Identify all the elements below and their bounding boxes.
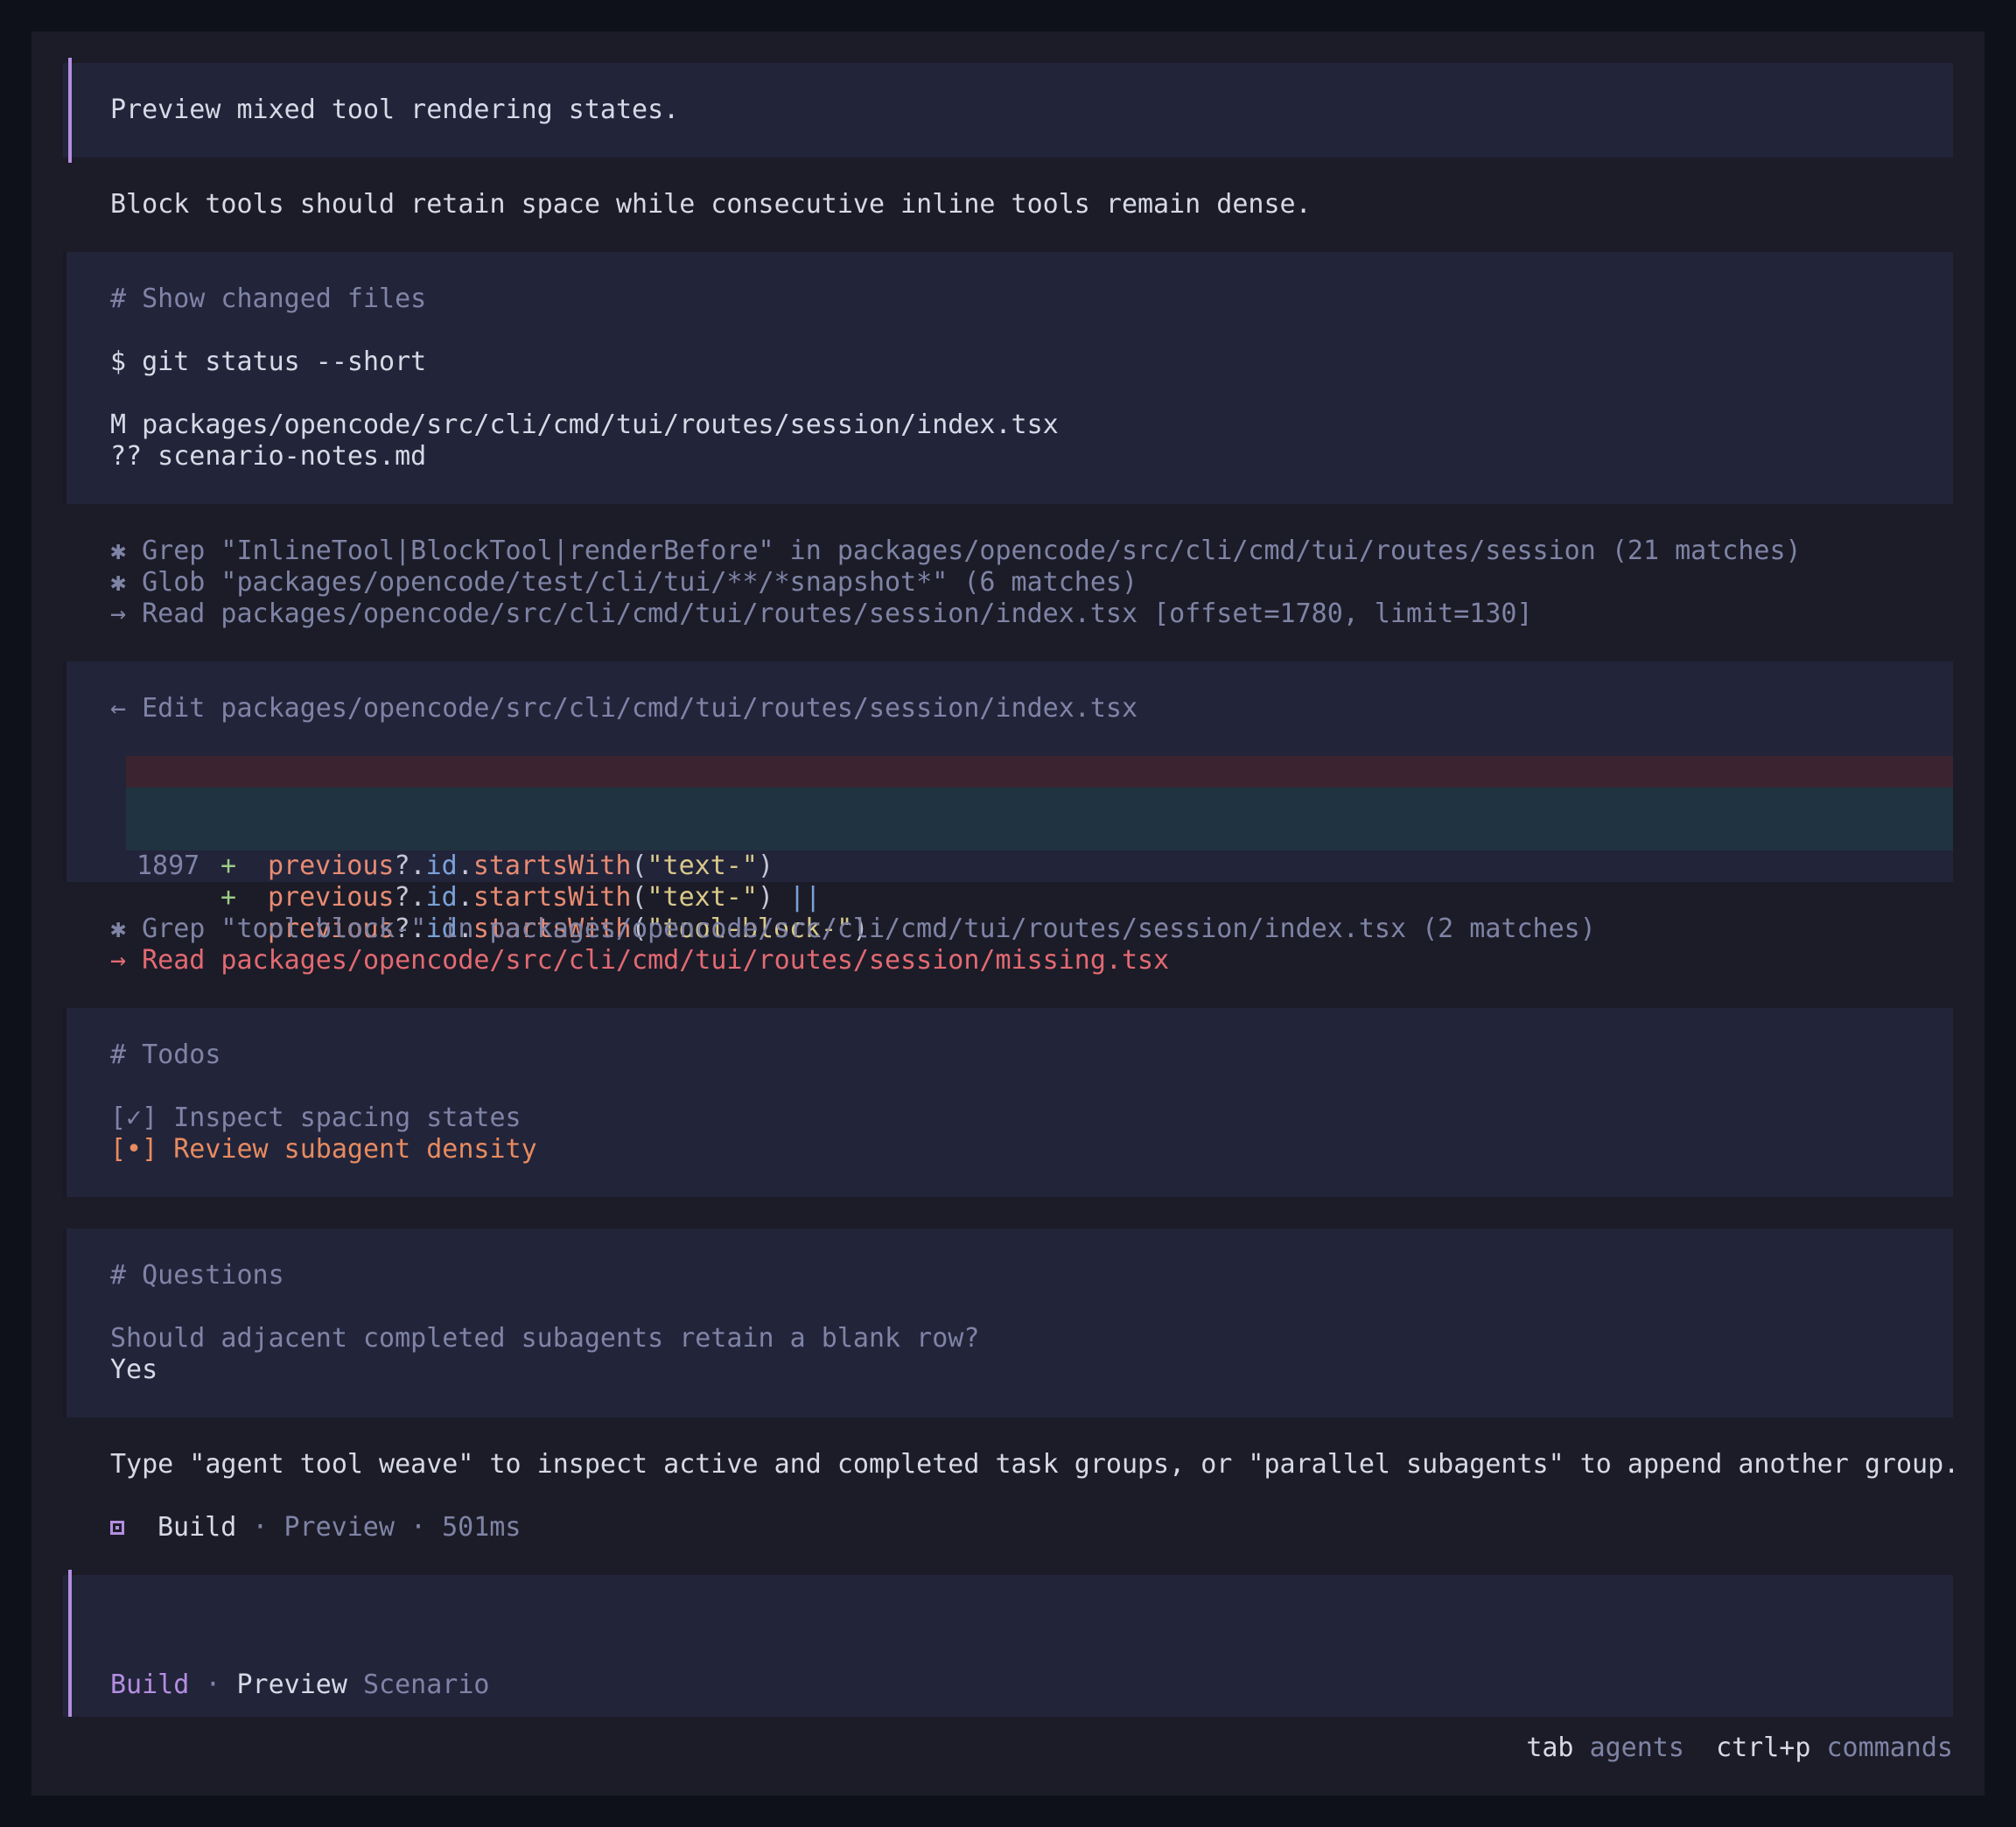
- diff-sign: +: [220, 850, 237, 881]
- separator: ·: [394, 1512, 443, 1543]
- arrow-right-icon: →: [110, 945, 127, 976]
- bash-command: $ git status --short: [110, 346, 427, 377]
- asterisk-icon: ✱: [110, 914, 127, 944]
- separator: ·: [236, 1512, 284, 1543]
- checkbox-checked-icon: [✓]: [110, 1102, 158, 1133]
- todo-item-in-progress: [•] Review subagent density: [110, 1134, 537, 1166]
- user-message-accent: [68, 58, 72, 163]
- arrow-right-icon: →: [110, 598, 127, 629]
- status-agent: Build: [158, 1512, 237, 1543]
- status-model: Preview: [284, 1512, 395, 1543]
- edit-title: ← Edit packages/opencode/src/cli/cmd/tui…: [110, 693, 1138, 724]
- diff-code: previous?.id.startsWith("text-"): [268, 850, 774, 881]
- question-text: Should adjacent completed subagents reta…: [110, 1323, 980, 1354]
- separator: ·: [189, 1670, 237, 1700]
- status-line: Build · Preview · 501ms: [158, 1512, 521, 1544]
- user-message-text: Preview mixed tool rendering states.: [110, 94, 680, 125]
- checkbox-progress-icon: [•]: [110, 1134, 158, 1165]
- terminal-window: Preview mixed tool rendering states. Blo…: [32, 32, 1984, 1796]
- question-answer: Yes: [110, 1354, 158, 1385]
- bash-block-border: [63, 252, 66, 504]
- assistant-intro-text: Block tools should retain space while co…: [110, 189, 1312, 220]
- diff-code: previous?.id.startsWith("text-") ||: [268, 882, 822, 913]
- diff-line-added: 1896 + previous?.id.startsWith("text-") …: [126, 788, 1953, 913]
- todos-title: # Todos: [110, 1040, 221, 1070]
- shortcut-key: ctrl+p: [1716, 1732, 1811, 1763]
- diff-line-number: 1897: [136, 850, 200, 881]
- questions-title: # Questions: [110, 1260, 284, 1291]
- inline-tool-text: Read packages/opencode/src/cli/cmd/tui/r…: [142, 598, 1533, 629]
- diff-sign: +: [220, 882, 237, 913]
- inline-tool-text: Read packages/opencode/src/cli/cmd/tui/r…: [142, 945, 1170, 976]
- inline-tool-text: Grep "tool-block-" in packages/opencode/…: [142, 914, 1596, 944]
- bash-output-line: M packages/opencode/src/cli/cmd/tui/rout…: [110, 410, 1059, 440]
- asterisk-icon: ✱: [110, 536, 127, 566]
- diff-line-added: 1897 + previous?.id.startsWith("tool-blo…: [126, 819, 1953, 944]
- prompt-agent-line: Build · Preview Scenario: [110, 1670, 490, 1701]
- instruction-text: Type "agent tool weave" to inspect activ…: [110, 1449, 1960, 1480]
- inline-tool-text: Grep "InlineTool|BlockTool|renderBefore"…: [142, 536, 1802, 566]
- inline-tool-glob: ✱ Glob "packages/opencode/test/cli/tui/*…: [110, 567, 1138, 598]
- bash-output-line: ?? scenario-notes.md: [110, 441, 427, 472]
- prompt-model[interactable]: Preview: [237, 1670, 347, 1700]
- todos-block-border: [63, 1008, 66, 1197]
- questions-block-border: [63, 1228, 66, 1418]
- prompt-agent[interactable]: Build: [110, 1670, 189, 1700]
- edit-block-border: [63, 662, 66, 882]
- shortcut-label[interactable]: commands: [1827, 1732, 1954, 1763]
- footer-hints: tab agents ctrl+p commands: [1526, 1732, 1953, 1764]
- inline-tool-read: → Read packages/opencode/src/cli/cmd/tui…: [110, 598, 1533, 630]
- asterisk-icon: ✱: [110, 567, 127, 598]
- agent-status-icon: [110, 1521, 124, 1535]
- inline-tool-text: Glob "packages/opencode/test/cli/tui/**/…: [142, 567, 1138, 598]
- todo-label: Inspect spacing states: [173, 1102, 522, 1133]
- inline-tool-grep: ✱ Grep "InlineTool|BlockTool|renderBefor…: [110, 536, 1802, 567]
- prompt-accent: [68, 1570, 72, 1717]
- inline-tool-grep: ✱ Grep "tool-block-" in packages/opencod…: [110, 914, 1596, 945]
- prompt-provider: Scenario: [363, 1670, 490, 1700]
- inline-tool-read-error: → Read packages/opencode/src/cli/cmd/tui…: [110, 945, 1169, 976]
- todo-item-done: [✓] Inspect spacing states: [110, 1102, 522, 1134]
- shortcut-key: tab: [1526, 1732, 1574, 1763]
- shortcut-label[interactable]: agents: [1590, 1732, 1684, 1763]
- diff-line-removed: 1896 - previous?.id.startsWith("text-"): [126, 756, 1953, 881]
- todo-label: Review subagent density: [173, 1134, 537, 1165]
- bash-title: # Show changed files: [110, 284, 427, 314]
- status-duration: 501ms: [442, 1512, 522, 1543]
